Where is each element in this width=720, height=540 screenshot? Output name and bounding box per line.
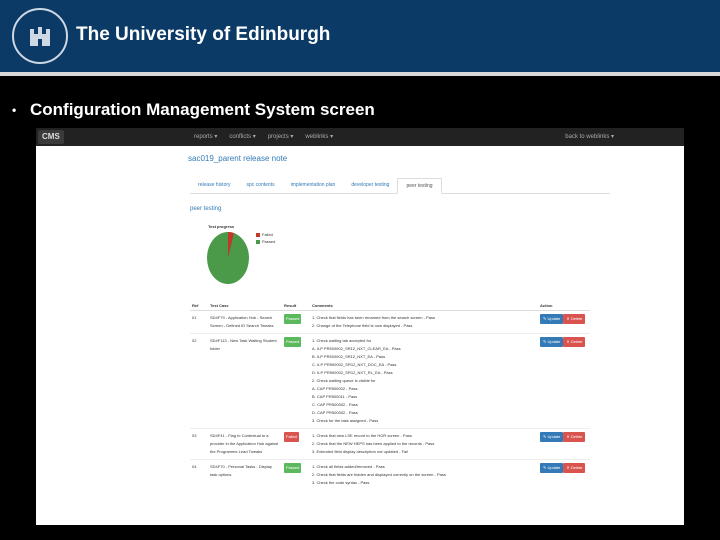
tab-release-history[interactable]: release history bbox=[190, 178, 239, 193]
comment-line: 3. Check the code syntax - Pass bbox=[312, 480, 370, 485]
cell-ref: 04 bbox=[190, 459, 208, 490]
update-button[interactable]: ✎ Update bbox=[540, 337, 564, 347]
cms-brand-logo[interactable]: CMS bbox=[38, 130, 64, 144]
university-title: The University of Edinburgh bbox=[76, 24, 331, 45]
comment-line: 3. Extended field display description no… bbox=[312, 449, 409, 454]
nav-menu: reports ▾ conflicts ▾ projects ▾ weblink… bbox=[194, 128, 333, 146]
slide-heading-text: Configuration Management System screen bbox=[30, 100, 375, 119]
legend-item-failed: Failed bbox=[256, 232, 275, 237]
cell-comments: 1. Check that new LSE record to the HOR … bbox=[310, 428, 538, 460]
comment-line: A. ILP PR500002_SR12_NXT_CLEAR_EA - Pass bbox=[312, 346, 401, 351]
table-row: 02 SD4F113 - New Task Waiting Student fol… bbox=[190, 333, 590, 429]
delete-button[interactable]: ✕ Delete bbox=[563, 463, 586, 473]
tab-implementation-plan[interactable]: implementation plan bbox=[283, 178, 344, 193]
cell-result: Passed bbox=[282, 459, 310, 490]
update-button[interactable]: ✎ Update bbox=[540, 463, 564, 473]
chart-legend: Failed Passed bbox=[256, 232, 275, 246]
cell-action: ✎ Update ✕ Delete bbox=[538, 333, 590, 429]
cms-screenshot: CMS reports ▾ conflicts ▾ projects ▾ web… bbox=[36, 128, 684, 525]
legend-label-failed: Failed bbox=[262, 232, 273, 237]
comment-line: 2. Check that fields are hidden and disp… bbox=[312, 472, 446, 477]
test-results-table: Ref Test Case Result Comments Action 01 S… bbox=[190, 301, 590, 490]
nav-item-projects[interactable]: projects ▾ bbox=[268, 128, 294, 146]
top-navbar: CMS reports ▾ conflicts ▾ projects ▾ web… bbox=[36, 128, 684, 146]
nav-item-reports[interactable]: reports ▾ bbox=[194, 128, 217, 146]
col-header-test-case: Test Case bbox=[208, 301, 282, 311]
table-header-row: Ref Test Case Result Comments Action bbox=[190, 301, 590, 311]
comment-line: 1. Check waiting tab accepted for bbox=[312, 338, 372, 343]
cell-action: ✎ Update ✕ Delete bbox=[538, 459, 590, 490]
col-header-action: Action bbox=[538, 301, 590, 311]
page-title: sac019_parent release note bbox=[188, 154, 288, 163]
comment-line: 2. Change of the Telephone field is now … bbox=[312, 323, 413, 328]
delete-button[interactable]: ✕ Delete bbox=[563, 432, 586, 442]
comment-line: 3. Check for the task assigned - Pass bbox=[312, 418, 379, 423]
nav-item-weblinks[interactable]: weblinks ▾ bbox=[305, 128, 333, 146]
update-button[interactable]: ✎ Update bbox=[540, 314, 564, 324]
result-badge: Failed bbox=[284, 432, 299, 442]
legend-swatch-failed bbox=[256, 232, 260, 237]
cell-test-case: SD4F79 - Application Hub - Search Screen… bbox=[208, 310, 282, 334]
cell-comments: 1. Check all fields added/removed - Pass… bbox=[310, 459, 538, 490]
comment-line: C. ILP PR500002_SR12_NXT_DOC_EA - Pass bbox=[312, 362, 397, 367]
comment-line: 1. Check that new LSE record to the HOR … bbox=[312, 433, 412, 438]
section-title: peer testing bbox=[190, 206, 222, 212]
cell-comments: 1. Check that fields has been renamed fr… bbox=[310, 310, 538, 334]
cell-action: ✎ Update ✕ Delete bbox=[538, 428, 590, 460]
cell-comments: 1. Check waiting tab accepted for A. ILP … bbox=[310, 333, 538, 429]
cell-test-case: SD4F41 - Flag to Contextual to a provide… bbox=[208, 428, 282, 460]
result-badge: Passed bbox=[284, 337, 302, 347]
cell-result: Passed bbox=[282, 310, 310, 334]
col-header-comments: Comments bbox=[310, 301, 538, 311]
col-header-ref: Ref bbox=[190, 301, 208, 311]
comment-line: 2. Check waiting queue is visible for bbox=[312, 378, 376, 383]
comment-line: B. CAP PR500011 - Pass bbox=[312, 394, 358, 399]
nav-item-conflicts[interactable]: conflicts ▾ bbox=[229, 128, 255, 146]
legend-item-passed: Passed bbox=[256, 239, 275, 244]
delete-button[interactable]: ✕ Delete bbox=[563, 314, 586, 324]
legend-swatch-passed bbox=[256, 239, 260, 244]
table-row: 04 SD4F70 - Personal Tasks - Display task… bbox=[190, 459, 590, 490]
cell-action: ✎ Update ✕ Delete bbox=[538, 310, 590, 334]
comment-line: D. ILP PR500002_SR12_NXT_RL_EA - Pass bbox=[312, 370, 393, 375]
update-button[interactable]: ✎ Update bbox=[540, 432, 564, 442]
tab-spc-contents[interactable]: spc contents bbox=[239, 178, 283, 193]
nav-back-link[interactable]: back to weblinks ▾ bbox=[565, 128, 614, 146]
delete-button[interactable]: ✕ Delete bbox=[563, 337, 586, 347]
cell-test-case: SD4F113 - New Task Waiting Student folde… bbox=[208, 333, 282, 429]
legend-label-passed: Passed bbox=[262, 239, 276, 244]
test-progress-pie-chart bbox=[207, 231, 249, 284]
comment-line: 1. Check all fields added/removed - Pass bbox=[312, 464, 385, 469]
table-row: 01 SD4F79 - Application Hub - Search Scre… bbox=[190, 310, 590, 334]
cell-ref: 01 bbox=[190, 310, 208, 334]
comment-line: 2. Check that the NEW HEPS has been appl… bbox=[312, 441, 435, 446]
slide-heading: • Configuration Management System screen bbox=[12, 100, 375, 120]
header-divider bbox=[0, 72, 720, 76]
result-badge: Passed bbox=[284, 463, 302, 473]
tab-bar: release history spc contents implementat… bbox=[190, 178, 610, 194]
university-crest-logo bbox=[12, 8, 68, 64]
result-badge: Passed bbox=[284, 314, 302, 324]
comment-line: C. CAP PR500002 - Pass bbox=[312, 402, 358, 407]
table-body: 01 SD4F79 - Application Hub - Search Scre… bbox=[190, 310, 590, 490]
cell-result: Failed bbox=[282, 428, 310, 460]
comment-line: 1. Check that fields has been renamed fr… bbox=[312, 315, 435, 320]
cell-test-case: SD4F70 - Personal Tasks - Display task o… bbox=[208, 459, 282, 490]
castle-icon bbox=[30, 27, 50, 46]
comment-line: A. CAP PR500002 - Pass bbox=[312, 386, 358, 391]
cell-ref: 02 bbox=[190, 333, 208, 429]
comment-line: D. CAP PR500002 - Pass bbox=[312, 410, 358, 415]
tab-developer-testing[interactable]: developer testing bbox=[343, 178, 397, 193]
cell-result: Passed bbox=[282, 333, 310, 429]
chart-title: Test progress bbox=[208, 224, 235, 229]
bullet-marker: • bbox=[12, 103, 17, 117]
col-header-result: Result bbox=[282, 301, 310, 311]
table-row: 03 SD4F41 - Flag to Contextual to a provi… bbox=[190, 428, 590, 460]
tab-peer-testing[interactable]: peer testing bbox=[397, 178, 442, 194]
comment-line: B. ILP PR500002_SR12_NXT_EA - Pass bbox=[312, 354, 386, 359]
university-header: The University of Edinburgh bbox=[0, 0, 720, 72]
cell-ref: 03 bbox=[190, 428, 208, 460]
